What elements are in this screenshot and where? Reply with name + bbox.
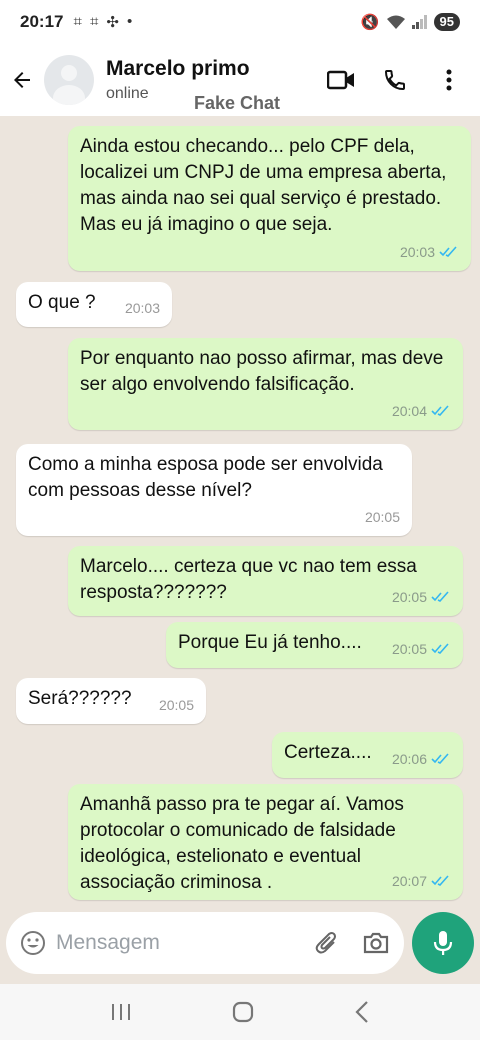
message-list[interactable]: Ainda estou checando... pelo CPF dela, l… <box>0 116 480 916</box>
more-options-button[interactable] <box>432 63 466 97</box>
back-button[interactable] <box>0 58 44 102</box>
message-text: O que ? <box>28 292 96 313</box>
message-input[interactable]: Mensagem <box>56 931 160 955</box>
message-bubble-outgoing[interactable]: Porque Eu já tenho.... 20:05 <box>166 622 463 668</box>
camera-icon[interactable] <box>362 931 390 955</box>
dot-icon: • <box>126 13 133 30</box>
message-bubble-outgoing[interactable]: Certeza.... 20:06 <box>272 732 463 778</box>
watermark-label: Fake Chat <box>194 93 281 113</box>
avatar[interactable] <box>44 55 94 105</box>
message-text: Amanhã passo pra te pegar aí. Vamos prot… <box>80 794 404 893</box>
read-ticks-icon <box>431 875 449 886</box>
message-bubble-incoming[interactable]: Será?????? 20:05 <box>16 678 206 724</box>
message-time: 20:05 <box>391 641 427 657</box>
message-time: 20:05 <box>158 697 194 713</box>
message-text: Por enquanto nao posso afirmar, mas deve… <box>80 348 444 395</box>
voice-call-button[interactable] <box>378 63 412 97</box>
message-composer: Mensagem <box>6 912 404 974</box>
read-ticks-icon <box>431 643 449 654</box>
message-text: Porque Eu já tenho.... <box>178 632 362 653</box>
recent-apps-icon[interactable] <box>110 1002 132 1022</box>
back-arrow-icon <box>14 72 30 88</box>
message-text: Como a minha esposa pode ser envolvida c… <box>28 454 383 501</box>
message-text: Ainda estou checando... pelo CPF dela, l… <box>80 136 447 235</box>
message-text: Será?????? <box>28 688 132 709</box>
message-time: 20:07 <box>391 873 427 889</box>
message-time: 20:04 <box>391 403 427 419</box>
message-time: 20:05 <box>364 509 400 525</box>
more-vertical-icon <box>446 69 452 91</box>
status-bar: 20:17 ⌗ ⌗ ✣ • 🔇 95 <box>0 0 480 44</box>
message-time: 20:03 <box>124 300 160 316</box>
message-time: 20:06 <box>391 751 427 767</box>
message-bubble-outgoing[interactable]: Por enquanto nao posso afirmar, mas deve… <box>68 338 463 430</box>
screenshot-icon: ⌗ <box>89 13 99 30</box>
read-ticks-icon <box>431 753 449 764</box>
message-time: 20:05 <box>391 589 427 605</box>
video-call-button[interactable] <box>324 63 358 97</box>
fan-icon: ✣ <box>106 14 119 31</box>
message-bubble-outgoing[interactable]: Ainda estou checando... pelo CPF dela, l… <box>68 126 471 271</box>
home-icon[interactable] <box>231 1000 255 1024</box>
back-nav-icon[interactable] <box>354 1000 370 1024</box>
video-camera-icon <box>327 70 354 90</box>
notification-icons: ⌗ ⌗ ✣ • <box>73 13 132 31</box>
wifi-icon <box>386 15 405 29</box>
chat-header: Marcelo primo online Fake Chat <box>0 44 480 116</box>
contact-name: Marcelo primo <box>106 57 250 80</box>
screenshot-icon: ⌗ <box>73 13 82 30</box>
attach-icon[interactable] <box>314 930 340 956</box>
message-bubble-incoming[interactable]: Como a minha esposa pode ser envolvida c… <box>16 444 412 536</box>
voice-record-button[interactable] <box>412 912 474 974</box>
read-ticks-icon <box>439 246 457 257</box>
emoji-icon[interactable] <box>20 930 46 956</box>
read-ticks-icon <box>431 591 449 602</box>
message-bubble-incoming[interactable]: O que ? 20:03 <box>16 282 172 327</box>
message-text: Marcelo.... certeza que vc nao tem essa … <box>80 556 417 603</box>
phone-icon <box>384 70 405 91</box>
message-time: 20:03 <box>399 244 435 260</box>
microphone-icon <box>433 931 453 955</box>
message-bubble-outgoing[interactable]: Amanhã passo pra te pegar aí. Vamos prot… <box>68 784 463 900</box>
read-ticks-icon <box>431 405 449 416</box>
system-nav-bar <box>0 984 480 1040</box>
status-time: 20:17 <box>20 12 64 31</box>
mute-icon: 🔇 <box>360 14 380 31</box>
battery-badge: 95 <box>433 13 460 31</box>
signal-icon <box>411 15 427 29</box>
message-bubble-outgoing[interactable]: Marcelo.... certeza que vc nao tem essa … <box>68 546 463 616</box>
message-text: Certeza.... <box>284 742 372 763</box>
